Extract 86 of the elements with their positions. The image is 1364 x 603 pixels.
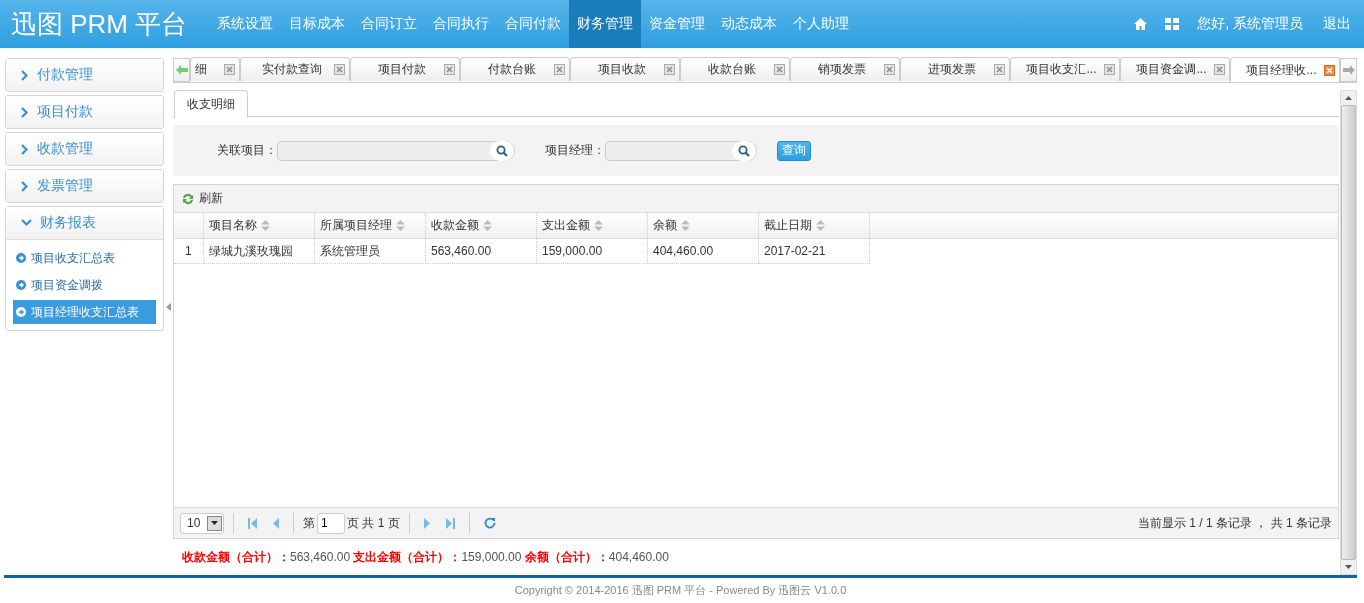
scroll-left-button[interactable] [173, 58, 190, 82]
tab[interactable]: 销项发票 [790, 57, 900, 81]
column-header[interactable]: 项目名称 [204, 213, 315, 238]
column-header[interactable]: 收款金额 [426, 213, 537, 238]
close-icon[interactable] [994, 64, 1005, 75]
arrow-circle-icon [16, 280, 26, 290]
search-field[interactable] [605, 140, 757, 161]
row-number: 1 [174, 239, 204, 264]
close-icon[interactable] [664, 64, 675, 75]
home-icon[interactable] [1134, 18, 1148, 30]
table-cell: 系统管理员 [315, 239, 426, 264]
scroll-right-button[interactable] [1340, 58, 1357, 82]
arrow-right-icon [1342, 65, 1355, 75]
search-icon[interactable] [496, 144, 508, 157]
sort-icon[interactable] [483, 220, 492, 231]
sidebar-item[interactable]: 项目资金调拨 [13, 273, 156, 297]
tab[interactable]: 收款台账 [680, 57, 790, 81]
refresh-button[interactable]: 刷新 [181, 190, 223, 207]
arrow-left-icon [175, 65, 188, 75]
sort-icon[interactable] [816, 220, 825, 231]
column-header[interactable]: 截止日期 [759, 213, 870, 238]
grid-icon[interactable] [1165, 18, 1180, 30]
chevron-down-icon [21, 219, 32, 227]
column-header[interactable]: 支出金额 [537, 213, 648, 238]
page-size-select[interactable]: 10 [180, 512, 224, 534]
chevron-right-icon [21, 143, 29, 155]
page-label: 第 [303, 514, 315, 532]
search-icon[interactable] [738, 144, 750, 157]
chevron-right-icon [21, 69, 29, 81]
chevron-right-icon [21, 106, 29, 118]
reload-icon[interactable] [483, 517, 496, 529]
sidebar-item[interactable]: 项目收支汇总表 [13, 246, 156, 270]
next-page-icon[interactable] [423, 517, 430, 529]
column-header[interactable]: 余额 [648, 213, 759, 238]
refresh-icon [181, 191, 195, 206]
arrow-circle-icon [16, 253, 26, 263]
sort-icon[interactable] [261, 220, 270, 231]
table-cell: 159,000.00 [537, 239, 648, 264]
scroll-down-icon[interactable] [1345, 565, 1352, 569]
tab[interactable]: 项目资金调... [1120, 57, 1230, 81]
sort-icon[interactable] [594, 220, 603, 231]
totals-summary: 收款金额（合计）：563,460.00 支出金额（合计）：159,000.00 余额（合计）：404,460.00 [181, 549, 670, 566]
copyright-text: Copyright © 2014-2016 迅图 PRM 平台 - Powered By 迅图云 V1.0.0 [514, 583, 847, 598]
tab[interactable]: 项目收支汇... [1010, 57, 1120, 81]
last-page-icon[interactable] [445, 517, 455, 529]
tab[interactable]: 实付款查询 [240, 57, 350, 81]
tab[interactable]: 项目经理收... [1230, 57, 1340, 82]
chevron-right-icon [21, 180, 29, 192]
sort-icon[interactable] [681, 220, 690, 231]
sort-icon[interactable] [396, 220, 405, 231]
page-number-field[interactable]: 1 [317, 512, 345, 534]
tab[interactable]: 项目收款 [570, 57, 680, 81]
close-icon[interactable] [554, 64, 565, 75]
app-logo: 迅图 PRM 平台 [10, 7, 189, 41]
close-icon[interactable] [334, 64, 345, 75]
user-greeting: 您好, 系统管理员 [1197, 15, 1303, 33]
close-icon[interactable] [884, 64, 895, 75]
scroll-up-icon[interactable] [1345, 96, 1352, 100]
field-label: 关联项目： [217, 142, 277, 159]
tab[interactable]: 细 [190, 57, 240, 81]
previous-page-icon[interactable] [273, 517, 279, 529]
search-field[interactable] [277, 140, 515, 161]
table-cell: 2017-02-21 [759, 239, 870, 264]
collapse-handle-icon[interactable] [166, 302, 171, 311]
column-header[interactable]: 所属项目经理 [315, 213, 426, 238]
tab[interactable]: 付款台账 [460, 57, 570, 81]
first-page-icon[interactable] [248, 517, 257, 529]
record-summary: 当前显示 1 / 1 条记录 ， 共 1 条记录 [1137, 514, 1332, 532]
sub-tab[interactable]: 收支明细 [174, 90, 248, 118]
arrow-circle-icon [16, 307, 26, 317]
close-icon[interactable] [1324, 64, 1335, 76]
tab[interactable]: 项目付款 [350, 57, 460, 81]
table-cell: 563,460.00 [426, 239, 537, 264]
tab[interactable]: 进项发票 [900, 57, 1010, 81]
table-cell: 绿城九溪玫瑰园 [204, 239, 315, 264]
table-cell: 404,460.00 [648, 239, 759, 264]
close-icon[interactable] [444, 64, 455, 75]
close-icon[interactable] [224, 64, 235, 75]
scrollbar[interactable] [1340, 90, 1357, 575]
nav-menu-item[interactable]: 财务管理 [569, 0, 642, 48]
close-icon[interactable] [774, 64, 785, 75]
dropdown-arrow-icon [211, 521, 218, 525]
page-count: 页 共 1 页 [347, 514, 400, 532]
close-icon[interactable] [1104, 64, 1115, 75]
field-label: 项目经理： [545, 142, 605, 159]
close-icon[interactable] [1214, 64, 1225, 75]
